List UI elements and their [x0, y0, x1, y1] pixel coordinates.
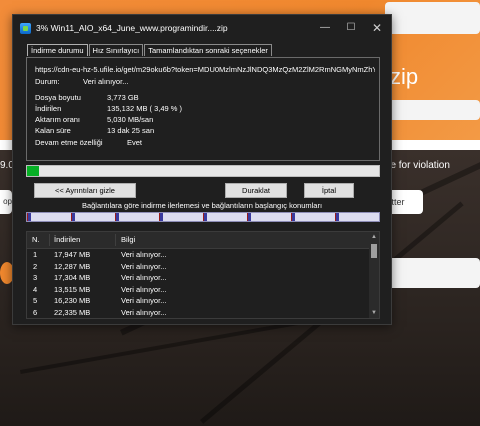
downloaded-row: İndirilen 135,132 MB ( 3,49 % ) [27, 104, 367, 114]
downloaded-label: İndirilen [35, 104, 62, 113]
status-panel: https://cdn-eu-hz-5.ufile.io/get/m29oku6… [26, 57, 380, 161]
scroll-up-icon[interactable]: ▲ [369, 232, 379, 242]
row-number: 5 [33, 296, 38, 305]
row-info: Veri alınıyor... [121, 250, 167, 259]
status-row: Durum: Veri alınıyor... [27, 77, 367, 87]
table-header: N. İndirilen Bilgi [27, 232, 379, 249]
download-progress-fill [27, 166, 40, 176]
webpage-card [385, 258, 480, 288]
row-number: 2 [33, 261, 38, 271]
download-progress-bar [26, 165, 380, 177]
row-info: Veri alınıyor... [121, 261, 167, 271]
column-header-number[interactable]: N. [32, 232, 40, 248]
table-row[interactable]: 3 17,304 MB Veri alınıyor... [27, 272, 379, 284]
resume-capability-label: Devam etme özelliği [35, 138, 103, 147]
table-row[interactable]: 2 12,287 MB Veri alınıyor... [27, 261, 379, 273]
row-info: Veri alınıyor... [121, 284, 167, 294]
column-header-info[interactable]: Bilgi [121, 232, 135, 248]
transfer-rate-value: 5,030 MB/san [107, 115, 154, 124]
webpage-card [385, 2, 480, 34]
row-downloaded: 16,230 MB [54, 296, 91, 305]
table-row[interactable]: 4 13,515 MB Veri alınıyor... [27, 284, 379, 296]
transfer-rate-row: Aktarım oranı 5,030 MB/san [27, 115, 367, 125]
table-row[interactable]: 6 22,335 MB Veri alınıyor... [27, 307, 379, 319]
row-number: 1 [33, 250, 38, 259]
window-titlebar[interactable]: 3% Win11_AIO_x64_June_www.programindir..… [13, 15, 391, 41]
table-row[interactable]: 5 16,230 MB Veri alınıyor... [27, 295, 379, 307]
tab-speed-limiter[interactable]: Hız Sınırlayıcı [88, 44, 144, 56]
maximize-button[interactable]: ☐ [339, 15, 363, 41]
pause-button[interactable]: Duraklat [225, 183, 287, 198]
connection-start-marker [159, 213, 160, 221]
file-size-value: 3,773 GB [107, 93, 139, 102]
window-title: 3% Win11_AIO_x64_June_www.programindir..… [36, 23, 228, 33]
webpage-heading-fragment: zip [390, 64, 419, 89]
status-value: Veri alınıyor... [83, 77, 129, 86]
row-info: Veri alınıyor... [121, 296, 167, 305]
connection-start-marker [71, 213, 72, 221]
column-separator [49, 234, 50, 246]
transfer-rate-label: Aktarım oranı [35, 115, 81, 124]
table-scrollbar[interactable]: ▲ ▼ [369, 232, 379, 318]
row-number: 4 [33, 284, 38, 294]
tab-bar: İndirme durumu Hız Sınırlayıcı Tamamland… [27, 44, 273, 56]
download-window: 3% Win11_AIO_x64_June_www.programindir..… [12, 14, 392, 325]
resume-capability-value: Evet [127, 138, 143, 147]
row-downloaded: 13,515 MB [54, 284, 91, 294]
tab-completion-options[interactable]: Tamamlandıktan sonraki seçenekler [144, 44, 272, 56]
scrollbar-thumb[interactable] [371, 244, 377, 258]
row-number: 3 [33, 273, 38, 282]
row-downloaded: 17,304 MB [54, 273, 91, 282]
connection-start-marker [291, 213, 292, 221]
close-button[interactable]: ✕ [365, 15, 389, 41]
downloaded-value: 135,132 MB ( 3,49 % ) [107, 104, 183, 113]
row-downloaded: 17,947 MB [54, 250, 91, 259]
column-separator [115, 234, 116, 246]
connection-start-marker [203, 213, 204, 221]
connection-start-marker [115, 213, 116, 221]
minimize-button[interactable]: — [313, 15, 337, 41]
cancel-button[interactable]: İptal [304, 183, 354, 198]
connections-table: N. İndirilen Bilgi 1 17,947 MB Veri alın… [26, 231, 380, 319]
connections-progress-bar [26, 212, 380, 222]
row-number: 6 [33, 307, 38, 317]
connections-caption: Bağlantılara göre indirme ilerlemesi ve … [81, 201, 323, 210]
time-remaining-row: Kalan süre 13 dak 25 san [27, 126, 367, 136]
row-downloaded: 12,287 MB [54, 261, 91, 271]
scroll-down-icon[interactable]: ▼ [369, 308, 379, 318]
hide-details-button[interactable]: << Ayrıntıları gizle [34, 183, 136, 198]
download-url: https://cdn-eu-hz-5.ufile.io/get/m29oku6… [35, 65, 375, 74]
webpage-violation-text: ile for violation [386, 160, 450, 171]
tab-download-status[interactable]: İndirme durumu [27, 44, 88, 56]
row-info: Veri alınıyor... [121, 307, 167, 317]
time-remaining-value: 13 dak 25 san [107, 126, 155, 135]
webpage-card [385, 100, 480, 120]
status-label: Durum: [35, 77, 60, 86]
download-manager-icon [20, 22, 31, 34]
row-downloaded: 22,335 MB [54, 307, 91, 317]
connection-start-marker [247, 213, 248, 221]
file-size-row: Dosya boyutu 3,773 GB [27, 93, 367, 103]
connection-start-marker [335, 213, 336, 221]
time-remaining-label: Kalan süre [35, 126, 71, 135]
file-size-label: Dosya boyutu [35, 93, 81, 102]
table-row[interactable]: 1 17,947 MB Veri alınıyor... [27, 249, 379, 261]
webpage-left-button[interactable]: op [0, 190, 12, 214]
resume-capability-row: Devam etme özelliği Evet [27, 138, 367, 148]
row-info: Veri alınıyor... [121, 273, 167, 282]
column-header-downloaded[interactable]: İndirilen [54, 232, 80, 248]
connection-start-marker [27, 213, 28, 221]
